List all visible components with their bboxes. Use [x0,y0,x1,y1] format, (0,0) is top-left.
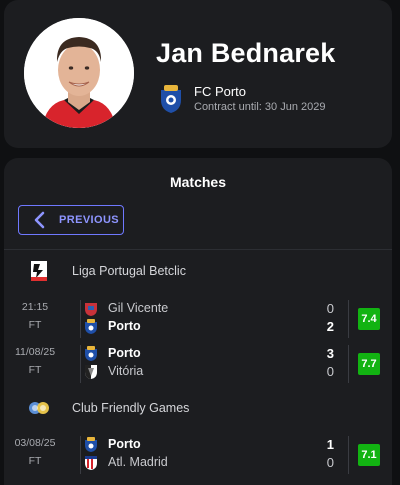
league-header[interactable]: Liga Portugal Betclic [4,260,392,284]
match-row[interactable]: 03/08/25 FT Porto 1 Atl. Madrid 0 7.1 [4,436,392,476]
match-date: 11/08/25 [14,346,56,358]
league-name: Club Friendly Games [72,401,190,415]
porto-crest-icon [85,346,97,361]
team-score: 0 [326,455,334,470]
matches-title: Matches [169,174,227,190]
liga-portugal-icon [31,261,47,281]
team-score: 0 [326,364,334,379]
contract-info: Contract until: 30 Jun 2029 [194,101,326,113]
match-date: 03/08/25 [14,437,56,449]
player-rating-badge: 7.1 [358,444,380,466]
team-score: 1 [326,437,334,452]
match-status: FT [28,364,42,376]
match-row[interactable]: 21:15 FT Gil Vicente 0 Porto 2 7.4 [4,300,392,340]
separator [80,300,81,338]
match-row[interactable]: 11/08/25 FT Porto 3 Vitória 0 7.7 [4,345,392,385]
away-team: Porto 2 [84,318,344,336]
player-avatar [24,18,134,128]
club-friendly-icon [29,402,49,414]
porto-crest-icon [158,84,184,114]
player-rating-badge: 7.7 [358,353,380,375]
separator [348,436,349,474]
team-score: 0 [326,301,334,316]
away-team: Vitória 0 [84,363,344,381]
separator [80,436,81,474]
club-name[interactable]: FC Porto [194,84,246,99]
team-score: 3 [326,346,334,361]
previous-button[interactable]: PREVIOUS [18,205,124,235]
team-name: Atl. Madrid [108,455,168,469]
player-header-card: Jan Bednarek FC Porto Contract until: 30… [4,0,392,148]
match-status: FT [28,455,42,467]
separator [80,345,81,383]
previous-label: PREVIOUS [59,214,120,226]
player-name: Jan Bednarek [156,38,336,68]
porto-crest-icon [85,437,97,452]
match-time: 21:15 [21,301,49,313]
match-status: FT [28,319,42,331]
player-rating-badge: 7.4 [358,308,380,330]
away-team: Atl. Madrid 0 [84,454,344,472]
gil-vicente-crest-icon [85,303,97,316]
team-name: Porto [108,346,141,360]
home-team: Porto 1 [84,436,344,454]
separator [348,345,349,383]
vitoria-crest-icon [85,365,97,379]
home-team: Gil Vicente 0 [84,300,344,318]
team-name: Porto [108,319,141,333]
divider [4,249,392,250]
porto-crest-icon [85,319,97,334]
league-name: Liga Portugal Betclic [72,264,186,278]
chevron-left-icon [34,211,45,229]
team-score: 2 [326,319,334,334]
matches-card: Matches PREVIOUS Liga Portugal Betclic 2… [4,158,392,485]
team-name: Vitória [108,364,144,378]
team-name: Gil Vicente [108,301,169,315]
separator [348,300,349,338]
team-name: Porto [108,437,141,451]
league-header[interactable]: Club Friendly Games [4,397,392,421]
home-team: Porto 3 [84,345,344,363]
atletico-madrid-crest-icon [85,456,97,470]
